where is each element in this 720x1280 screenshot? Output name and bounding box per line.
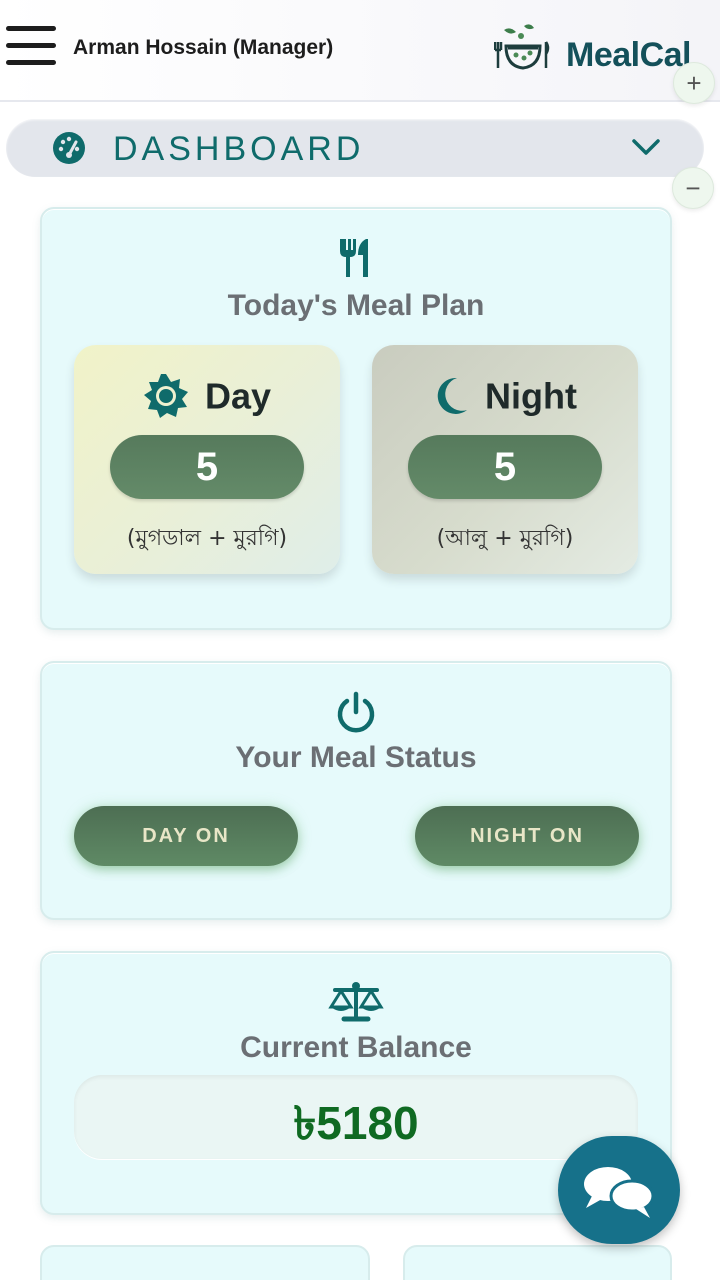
- day-on-button[interactable]: DAY ON: [74, 806, 298, 866]
- night-meal-count: 5: [408, 435, 602, 499]
- night-on-button[interactable]: NIGHT ON: [415, 806, 639, 866]
- meal-plan-card: Today's Meal Plan Day 5 (মুগডাল + মুরগি)…: [40, 207, 672, 630]
- user-name: Arman Hossain (Manager): [73, 36, 334, 59]
- balance-scale-icon: [328, 982, 384, 1022]
- brand-name: MealCal: [566, 36, 692, 74]
- zoom-in-button[interactable]: +: [673, 62, 715, 104]
- moon-icon: [437, 378, 468, 415]
- night-meal-panel: Night 5 (আলু + মুরগি): [372, 345, 638, 574]
- sun-icon: [143, 374, 188, 419]
- zoom-out-button[interactable]: −: [672, 167, 714, 209]
- night-label: Night: [485, 375, 577, 417]
- chat-bubbles-icon: [584, 1167, 655, 1218]
- day-meal-count: 5: [110, 435, 304, 499]
- day-meal-panel: Day 5 (মুগডাল + মুরগি): [74, 345, 340, 574]
- app-header: Arman Hossain (Manager) MealCal: [0, 0, 720, 102]
- menu-icon[interactable]: [6, 26, 56, 68]
- meal-status-title: Your Meal Status: [235, 741, 477, 774]
- day-label: Day: [204, 375, 272, 417]
- balance-value: ৳5180: [293, 1097, 419, 1149]
- day-menu: (মুগডাল + মুরগি): [126, 526, 288, 551]
- next-card-left: [40, 1245, 370, 1280]
- meal-status-card: Your Meal Status DAY ON NIGHT ON: [40, 661, 672, 920]
- logo-bowl-icon: [494, 24, 550, 70]
- meal-plan-title: Today's Meal Plan: [227, 289, 485, 322]
- dashboard-label: DASHBOARD: [113, 130, 365, 168]
- chat-button[interactable]: [558, 1136, 680, 1244]
- balance-display: ৳5180: [74, 1075, 638, 1159]
- speedometer-icon: [53, 132, 85, 164]
- chevron-down-icon[interactable]: [630, 135, 662, 159]
- next-card-right: [403, 1245, 672, 1280]
- dashboard-dropdown[interactable]: DASHBOARD: [6, 119, 704, 177]
- balance-title: Current Balance: [240, 1031, 472, 1064]
- night-menu: (আলু + মুরগি): [436, 526, 574, 551]
- power-icon: [337, 691, 375, 733]
- utensils-icon: [340, 239, 368, 277]
